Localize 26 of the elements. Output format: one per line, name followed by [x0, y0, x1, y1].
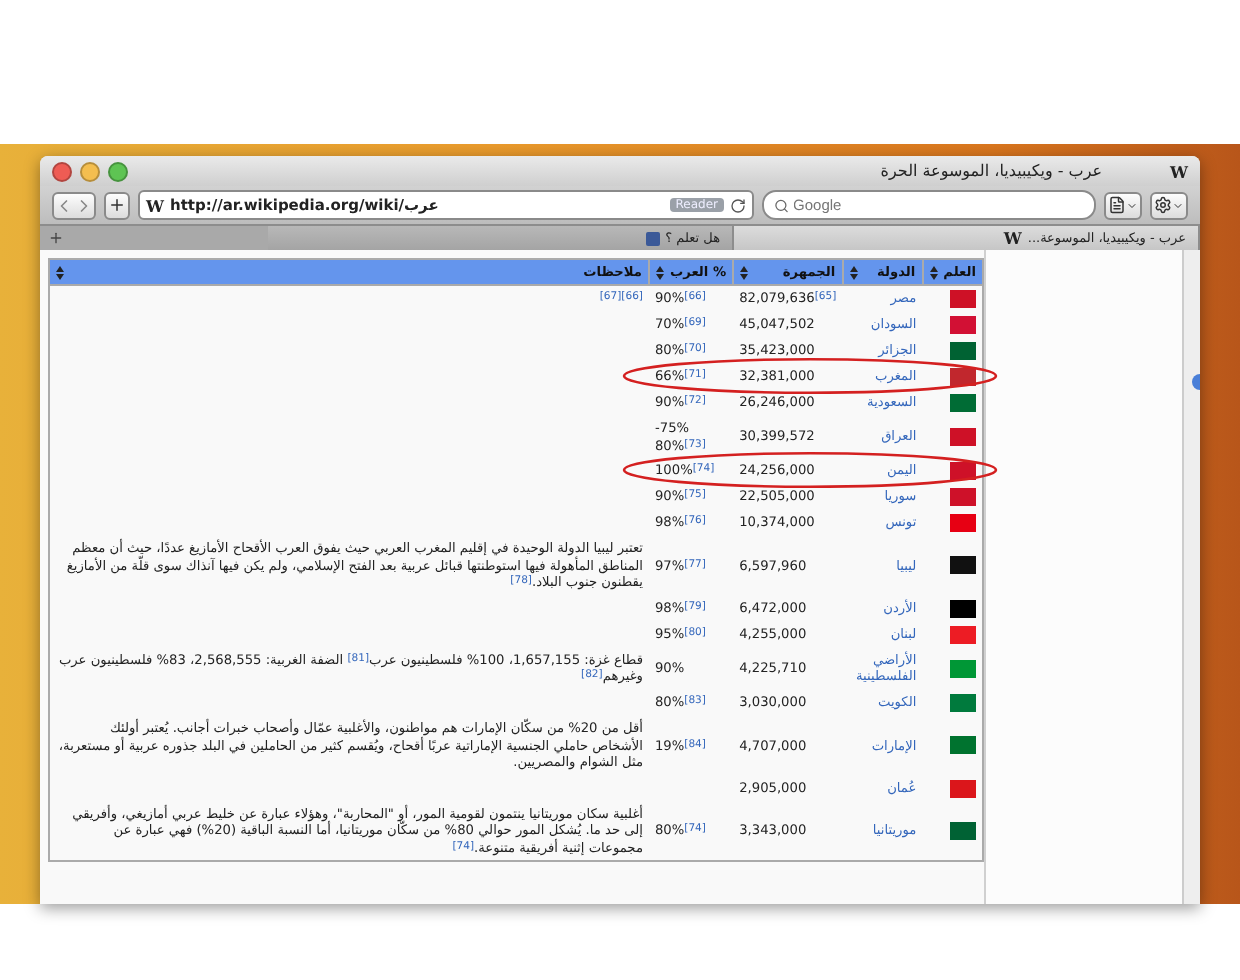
close-icon[interactable]	[52, 161, 72, 181]
gear-icon	[1154, 196, 1172, 214]
sort-icon[interactable]	[929, 265, 938, 279]
sort-icon[interactable]	[740, 265, 749, 279]
plus-icon	[48, 230, 64, 246]
sort-icon[interactable]	[655, 265, 664, 279]
note-text: [66][67]	[599, 290, 643, 307]
page-menu-button[interactable]	[1104, 191, 1142, 219]
sort-icon[interactable]	[849, 265, 858, 279]
page-icon	[1108, 196, 1126, 214]
settings-button[interactable]	[1150, 191, 1188, 219]
favicon: W	[1003, 228, 1022, 248]
zoom-icon[interactable]	[108, 161, 128, 181]
square-icon	[645, 231, 660, 245]
add-bookmark-button[interactable]	[104, 191, 130, 219]
scrollbar[interactable]	[1182, 250, 1200, 904]
plus-icon	[108, 196, 126, 214]
favicon: W	[1170, 161, 1188, 181]
sort-icon[interactable]	[56, 265, 64, 279]
reload-icon	[730, 197, 746, 213]
back-forward-control[interactable]	[52, 191, 96, 219]
search-icon	[774, 197, 790, 213]
caret-icon	[1126, 199, 1138, 211]
caret-icon	[1172, 199, 1184, 211]
favicon: W	[146, 195, 164, 215]
window-title: عرب - ويكيبيديا، الموسوعة الحرة	[880, 162, 1103, 180]
